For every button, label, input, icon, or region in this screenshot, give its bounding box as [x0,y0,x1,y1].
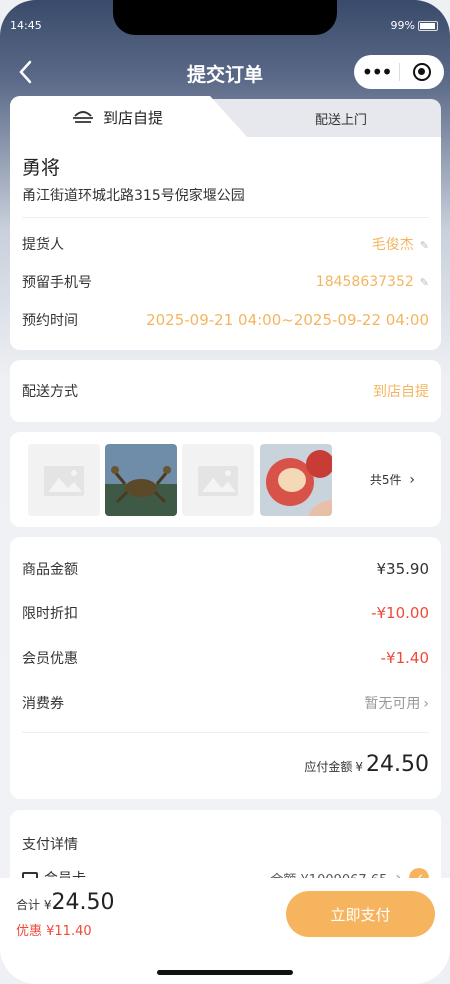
shipping-value: 到店自提 [373,384,429,400]
shipping-row: 配送方式 到店自提 [22,379,429,403]
chevron-right-icon: › [409,472,415,488]
mini-program-capsule: ••• [354,55,444,89]
divider [22,217,429,218]
pickup-person-label: 提货人 [22,237,64,253]
phone-value: 18458637352 [315,274,414,290]
edit-icon[interactable]: ✎ [420,239,429,252]
shipping-label: 配送方式 [22,384,78,400]
coupon-value: 暂无可用 [364,696,421,712]
tab-store-pickup[interactable]: 到店自提 [10,96,248,138]
appointment-time-row[interactable]: 预约时间 2025-09-21 04:00~2025-09-22 04:00 [22,308,429,332]
status-bar: 14:45 99% [0,19,450,35]
status-time: 14:45 [10,19,42,32]
battery-icon [418,20,438,31]
subtotal-row: 商品金额 ¥35.90 [22,557,429,581]
phone-label: 预留手机号 [22,275,92,291]
limited-discount-label: 限时折扣 [22,606,78,622]
limited-discount-value: -¥10.00 [371,604,429,622]
pay-now-button[interactable]: 立即支付 [286,891,435,937]
more-icon[interactable]: ••• [354,62,399,82]
close-mini-program-button[interactable] [399,63,444,81]
total-value: 24.50 [51,890,115,915]
payable-value: 24.50 [366,752,429,777]
tab-store-pickup-label: 到店自提 [102,108,163,127]
product-image-placeholder [28,444,100,516]
shipping-method-card[interactable]: 配送方式 到店自提 [10,360,441,422]
store-name: 勇将 [22,157,61,179]
edit-icon[interactable]: ✎ [420,276,429,289]
member-discount-label: 会员优惠 [22,651,78,667]
phone-row[interactable]: 预留手机号 18458637352 ✎ [22,270,429,294]
goods-count-label: 共5件 [369,473,402,487]
home-indicator [157,970,293,975]
appointment-time-value: 2025-09-21 04:00~2025-09-22 04:00 [146,311,429,329]
total-discount: 优惠 ¥11.40 [16,924,92,939]
total-amount: 合计 ¥24.50 [16,890,114,915]
battery-status: 99% [391,19,438,32]
nav-bar: 提交订单 ••• [0,54,450,94]
subtotal-label: 商品金额 [22,562,78,578]
total-label: 合计 [16,898,41,912]
target-icon [412,63,431,81]
goods-count[interactable]: 共5件 › [370,471,415,488]
member-discount-row: 会员优惠 -¥1.40 [22,646,429,670]
price-summary-card: 商品金额 ¥35.90 限时折扣 -¥10.00 会员优惠 -¥1.40 消费券… [10,537,441,799]
pickup-person-row[interactable]: 提货人 毛俊杰 ✎ [22,232,429,256]
payable-label: 应付金额 [304,760,353,774]
store-icon [72,111,93,123]
checkout-bar: 合计 ¥24.50 优惠 ¥11.40 立即支付 [0,878,450,984]
chevron-right-icon: › [423,696,429,712]
tab-home-delivery[interactable]: 配送上门 [211,99,441,138]
divider [22,732,429,733]
goods-card[interactable]: 共5件 › [10,432,441,527]
tab-home-delivery-label: 配送上门 [314,113,367,128]
phone-screen: 14:45 99% 提交订单 ••• 配送上门 到店自提 勇将 甬江街道环城北路… [0,0,450,984]
subtotal-value: ¥35.90 [376,560,430,578]
product-image-placeholder [182,444,254,516]
pickup-person-value: 毛俊杰 [371,237,414,253]
appointment-time-label: 预约时间 [22,313,78,329]
store-pickup-card: 勇将 甬江街道环城北路315号倪家堰公园 提货人 毛俊杰 ✎ 预留手机号 1845… [10,137,441,350]
coupon-label: 消费券 [22,696,64,712]
store-address: 甬江街道环城北路315号倪家堰公园 [22,188,245,204]
payable-amount: 应付金额 ¥ 24.50 [304,752,429,777]
payment-detail-title: 支付详情 [22,837,78,853]
limited-discount-row: 限时折扣 -¥10.00 [22,601,429,625]
payable-currency: ¥ [355,760,364,774]
battery-percent: 99% [390,19,415,32]
coupon-row[interactable]: 消费券 暂无可用 › [22,691,429,715]
product-image-apple [260,444,332,516]
member-discount-value: -¥1.40 [380,649,429,667]
delivery-tabs: 配送上门 到店自提 [10,96,441,138]
product-image-crab [105,444,177,516]
